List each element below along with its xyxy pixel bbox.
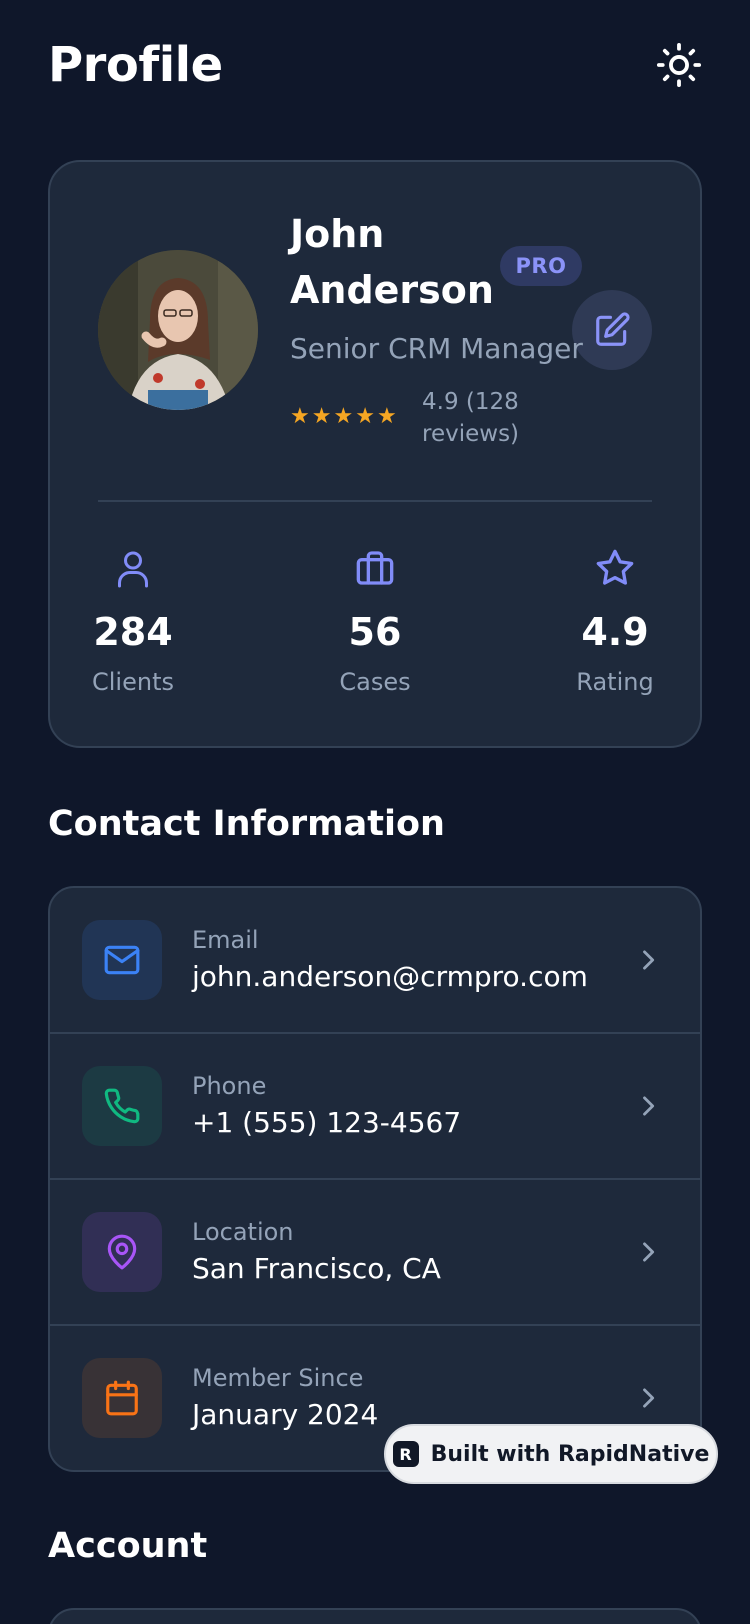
profile-role: Senior CRM Manager: [290, 332, 583, 365]
contact-item-phone[interactable]: Phone +1 (555) 123-4567: [50, 1034, 700, 1180]
contact-value: +1 (555) 123-4567: [192, 1106, 462, 1139]
account-section-title: Account: [48, 1526, 208, 1566]
contact-value: john.anderson@crmpro.com: [192, 960, 588, 993]
profile-card: John Anderson PRO Senior CRM Manager ★ ★…: [48, 160, 702, 748]
stat-cases: 56 Cases: [305, 548, 445, 696]
phone-icon-box: [82, 1066, 162, 1146]
contact-label: Location: [192, 1218, 294, 1246]
mail-icon: [104, 945, 140, 975]
stat-rating: 4.9 Rating: [545, 548, 685, 696]
stat-value: 284: [93, 610, 173, 654]
calendar-icon: [106, 1380, 138, 1416]
avatar[interactable]: [98, 250, 258, 410]
stat-label: Rating: [576, 668, 654, 696]
stat-value: 4.9: [581, 610, 649, 654]
edit-profile-button[interactable]: [572, 290, 652, 370]
chevron-right-icon: [643, 1096, 655, 1116]
header: Profile: [48, 30, 702, 100]
stat-label: Cases: [339, 668, 411, 696]
avatar-photo: [98, 250, 258, 410]
chevron-right-icon: [643, 1388, 655, 1408]
email-icon-box: [82, 920, 162, 1000]
stat-value: 56: [348, 610, 402, 654]
location-icon-box: [82, 1212, 162, 1292]
built-with-text: Built with RapidNative: [430, 1441, 710, 1467]
contact-label: Email: [192, 926, 259, 954]
page-title: Profile: [48, 37, 223, 93]
briefcase-icon: [356, 551, 394, 585]
stat-label: Clients: [92, 668, 174, 696]
user-icon: [118, 551, 148, 588]
contact-item-location[interactable]: Location San Francisco, CA: [50, 1180, 700, 1326]
contact-value: January 2024: [192, 1398, 379, 1431]
star-filled-icon: ★: [333, 404, 354, 429]
rapidnative-logo-icon: R: [392, 1441, 419, 1467]
star-icon: [596, 549, 634, 585]
map-pin-icon: [107, 1234, 137, 1270]
theme-toggle-button[interactable]: [656, 42, 702, 88]
star-filled-icon: ★: [355, 404, 375, 429]
profile-name: John Anderson: [290, 212, 494, 312]
chevron-right-icon: [643, 950, 655, 970]
contact-list: Email john.anderson@crmpro.com Phone +1 …: [48, 886, 702, 1472]
divider: [98, 500, 652, 502]
contact-value: San Francisco, CA: [192, 1252, 441, 1285]
sun-icon: [656, 42, 702, 88]
edit-icon: [596, 312, 630, 346]
calendar-icon-box: [82, 1358, 162, 1438]
chevron-right-icon: [643, 1242, 655, 1262]
star-filled-icon: ★: [290, 404, 310, 429]
account-card: [48, 1608, 702, 1624]
star-filled-icon: ★: [376, 404, 397, 429]
contact-label: Member Since: [192, 1364, 364, 1392]
contact-section-title: Contact Information: [48, 804, 445, 844]
phone-icon: [104, 1088, 140, 1124]
contact-item-email[interactable]: Email john.anderson@crmpro.com: [50, 888, 700, 1034]
stat-clients: 284 Clients: [63, 548, 203, 696]
pro-badge: PRO: [500, 246, 582, 286]
contact-label: Phone: [192, 1072, 267, 1100]
rating-stars: ★ ★ ★ ★ ★: [290, 406, 397, 428]
star-filled-icon: ★: [311, 404, 332, 429]
built-with-badge[interactable]: R Built with RapidNative: [384, 1424, 718, 1484]
rating-text: 4.9 (128 reviews): [422, 389, 520, 447]
